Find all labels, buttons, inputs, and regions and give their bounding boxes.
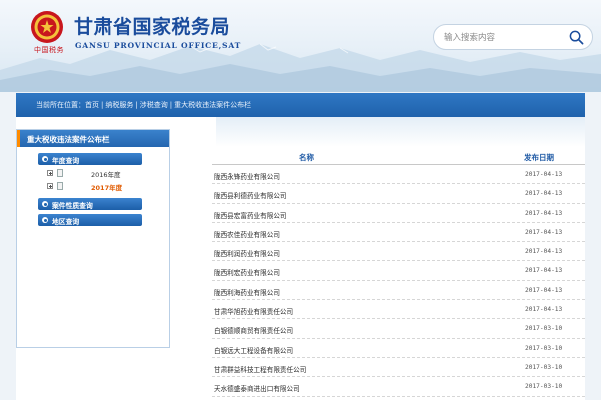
case-company-link[interactable]: 陇西永锋药业有限公司	[214, 171, 280, 181]
case-nature-query-label: 案件性质查询	[52, 202, 93, 210]
table-row[interactable]: 白银德顺商贸有限责任公司 2017-03-10	[212, 319, 585, 339]
breadcrumb-bar: 当前所在位置：首页 | 纳税服务 | 涉税查询 | 重大税收违法案件公布栏	[16, 93, 585, 117]
table-body: 陇西永锋药业有限公司 2017-04-13 陇西县利德药业有限公司 2017-04-1…	[212, 165, 585, 397]
search-input[interactable]	[444, 31, 564, 44]
case-company-link[interactable]: 白银德顺商贸有限责任公司	[214, 325, 293, 335]
case-company-link[interactable]: 白银远大工程设备有限公司	[214, 345, 293, 355]
publish-date: 2017-04-13	[525, 190, 563, 198]
tree-item-label[interactable]: 2016年度	[91, 169, 121, 179]
case-company-link[interactable]: 陇西农佳药业有限公司	[214, 229, 280, 239]
table-header: 名称 发布日期	[212, 149, 585, 165]
breadcrumb-current[interactable]: 重大税收违法案件公布栏	[174, 101, 251, 109]
main-content: 重大税收违法案件公布栏 年度查询 2016年度 2017年度 案件性质查询 地区…	[16, 117, 585, 400]
breadcrumb-separator: |	[135, 101, 138, 109]
breadcrumb-tax-query[interactable]: 涉税查询	[140, 101, 168, 109]
site-title-english: GANSU PROVINCIAL OFFICE,SAT	[75, 41, 242, 50]
table-row[interactable]: 陇西利润药业有限公司 2017-04-13	[212, 242, 585, 262]
region-query-label: 地区查询	[52, 218, 80, 226]
table-row[interactable]: 陇西利海药业有限公司 2017-04-13	[212, 281, 585, 301]
year-query-label: 年度查询	[52, 157, 80, 165]
table-row[interactable]: 甘肃华旭药业有限责任公司 2017-04-13	[212, 300, 585, 320]
case-company-link[interactable]: 陇西县利德药业有限公司	[214, 190, 287, 200]
breadcrumb-prefix: 当前所在位置：	[36, 101, 85, 109]
case-company-link[interactable]: 陇西利宏药业有限公司	[214, 267, 280, 277]
sidebar-title: 重大税收违法案件公布栏	[27, 135, 110, 144]
year-query-button[interactable]: 年度查询	[38, 153, 142, 165]
publish-date: 2017-04-13	[525, 286, 563, 294]
case-company-link[interactable]: 陇西县宏富药业有限公司	[214, 210, 287, 220]
publish-date: 2017-04-13	[525, 267, 563, 275]
publish-date: 2017-04-13	[525, 171, 563, 178]
publish-date: 2017-03-10	[525, 344, 563, 352]
case-company-link[interactable]: 天水德盛泰商进出口有限公司	[214, 383, 300, 393]
breadcrumb: 当前所在位置：首页 | 纳税服务 | 涉税查询 | 重大税收违法案件公布栏	[36, 100, 251, 110]
publish-date: 2017-04-13	[525, 228, 563, 236]
case-nature-query-button[interactable]: 案件性质查询	[38, 198, 142, 210]
publish-date: 2017-03-10	[525, 325, 563, 333]
seal-signature-text: 中国税务	[34, 46, 64, 54]
case-company-link[interactable]: 陇西利润药业有限公司	[214, 248, 280, 258]
case-company-link[interactable]: 陇西利海药业有限公司	[214, 287, 280, 297]
region-query-button[interactable]: 地区查询	[38, 214, 142, 226]
table-row[interactable]: 陇西永锋药业有限公司 2017-04-13	[212, 165, 585, 185]
tax-emblem-icon	[31, 11, 63, 43]
breadcrumb-separator: |	[101, 101, 104, 109]
tree-item-label-active[interactable]: 2017年度	[91, 182, 122, 192]
bullet-icon	[42, 217, 48, 223]
site-header: 中国税务 甘肃省国家税务局 GANSU PROVINCIAL OFFICE,SA…	[0, 0, 601, 92]
breadcrumb-home[interactable]: 首页	[85, 101, 99, 109]
table-row[interactable]: 陇西农佳药业有限公司 2017-04-13	[212, 223, 585, 243]
table-row[interactable]: 陇西县宏富药业有限公司 2017-04-13	[212, 204, 585, 223]
case-company-link[interactable]: 甘肃群益科技工程有限责任公司	[214, 364, 306, 374]
breadcrumb-separator: |	[169, 101, 173, 109]
publish-date: 2017-03-10	[525, 363, 563, 371]
bullet-icon	[42, 156, 48, 162]
table-row[interactable]: 陇西利宏药业有限公司 2017-04-13	[212, 261, 585, 281]
site-title: 甘肃省国家税务局	[74, 16, 231, 38]
breadcrumb-tax-service[interactable]: 纳税服务	[105, 101, 133, 109]
table-row[interactable]: 天水德盛泰商进出口有限公司 2017-03-10	[212, 377, 585, 397]
table-row[interactable]: 甘肃群益科技工程有限责任公司 2017-03-10	[212, 358, 585, 378]
sidebar: 重大税收违法案件公布栏 年度查询 2016年度 2017年度 案件性质查询 地区…	[16, 129, 170, 348]
folder-icon	[57, 169, 63, 177]
folder-icon	[57, 182, 63, 190]
bullet-icon	[42, 201, 48, 207]
publish-date: 2017-04-13	[525, 248, 563, 256]
publish-date: 2017-04-13	[525, 306, 563, 314]
search-box	[433, 24, 593, 50]
sidebar-header: 重大税收违法案件公布栏	[17, 130, 169, 147]
publish-date: 2017-03-10	[525, 383, 563, 391]
case-company-link[interactable]: 甘肃华旭药业有限责任公司	[214, 306, 293, 316]
column-header-name: 名称	[299, 153, 314, 162]
search-icon[interactable]	[569, 30, 584, 45]
publish-date: 2017-04-13	[525, 209, 563, 217]
expand-plus-icon[interactable]	[47, 183, 53, 189]
table-row[interactable]: 陇西县利德药业有限公司 2017-04-13	[212, 184, 585, 204]
expand-plus-icon[interactable]	[47, 170, 53, 176]
column-header-date: 发布日期	[524, 153, 554, 162]
table-row[interactable]: 白银远大工程设备有限公司 2017-03-10	[212, 339, 585, 358]
content-header-gradient	[216, 117, 585, 147]
case-table: 名称 发布日期 陇西永锋药业有限公司 2017-04-13 陇西县利德药业有限公司 2…	[212, 149, 585, 397]
